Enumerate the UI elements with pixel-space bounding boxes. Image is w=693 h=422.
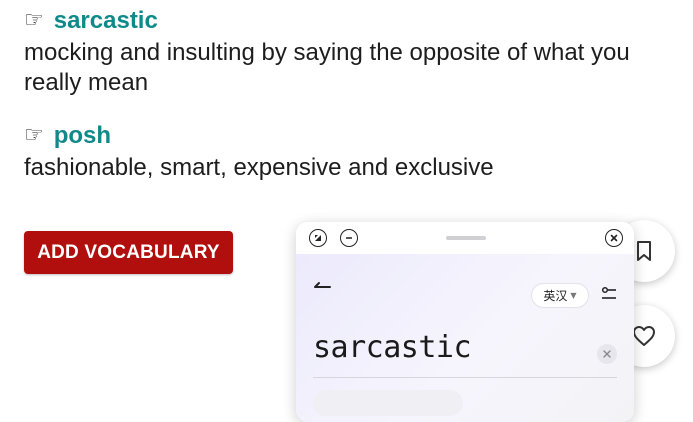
add-vocabulary-button[interactable]: ADD VOCABULARY [24,231,233,274]
vocab-entry-sarcastic: ☞ sarcastic mocking and insulting by say… [24,6,669,98]
clear-search-button[interactable] [597,344,617,364]
close-icon [610,234,618,242]
clear-icon [603,350,611,358]
result-row[interactable] [313,390,463,416]
search-divider [313,377,617,378]
collapse-button[interactable] [309,229,327,247]
search-input[interactable]: sarcastic [313,330,472,365]
back-arrow-icon[interactable] [312,280,332,294]
settings-icon[interactable] [601,286,617,302]
close-popup-button[interactable] [605,229,623,247]
entry-heading: ☞ sarcastic [24,6,669,36]
language-label: 英汉 [543,289,568,303]
dictionary-popup: 英汉 ▼ sarcastic [296,222,634,422]
drag-handle[interactable] [446,236,486,240]
vocab-word[interactable]: posh [54,122,111,150]
pointing-hand-icon: ☞ [24,8,44,33]
bookmark-icon [637,241,651,261]
minimize-button[interactable] [340,229,358,247]
entry-heading: ☞ posh [24,121,669,151]
popup-title-bar [296,222,634,254]
collapse-icon [315,235,321,241]
pointing-hand-icon: ☞ [24,123,44,148]
vocab-entry-posh: ☞ posh fashionable, smart, expensive and… [24,121,669,183]
minimize-icon [346,237,352,239]
language-selector[interactable]: 英汉 ▼ [531,283,589,308]
caret-down-icon: ▼ [570,291,577,300]
vocab-definition: mocking and insulting by saying the oppo… [24,39,630,96]
vocab-definition: fashionable, smart, expensive and exclus… [24,154,494,181]
popup-body: 英汉 ▼ sarcastic [296,254,634,422]
vocab-word[interactable]: sarcastic [54,7,158,35]
heart-icon [633,326,655,346]
